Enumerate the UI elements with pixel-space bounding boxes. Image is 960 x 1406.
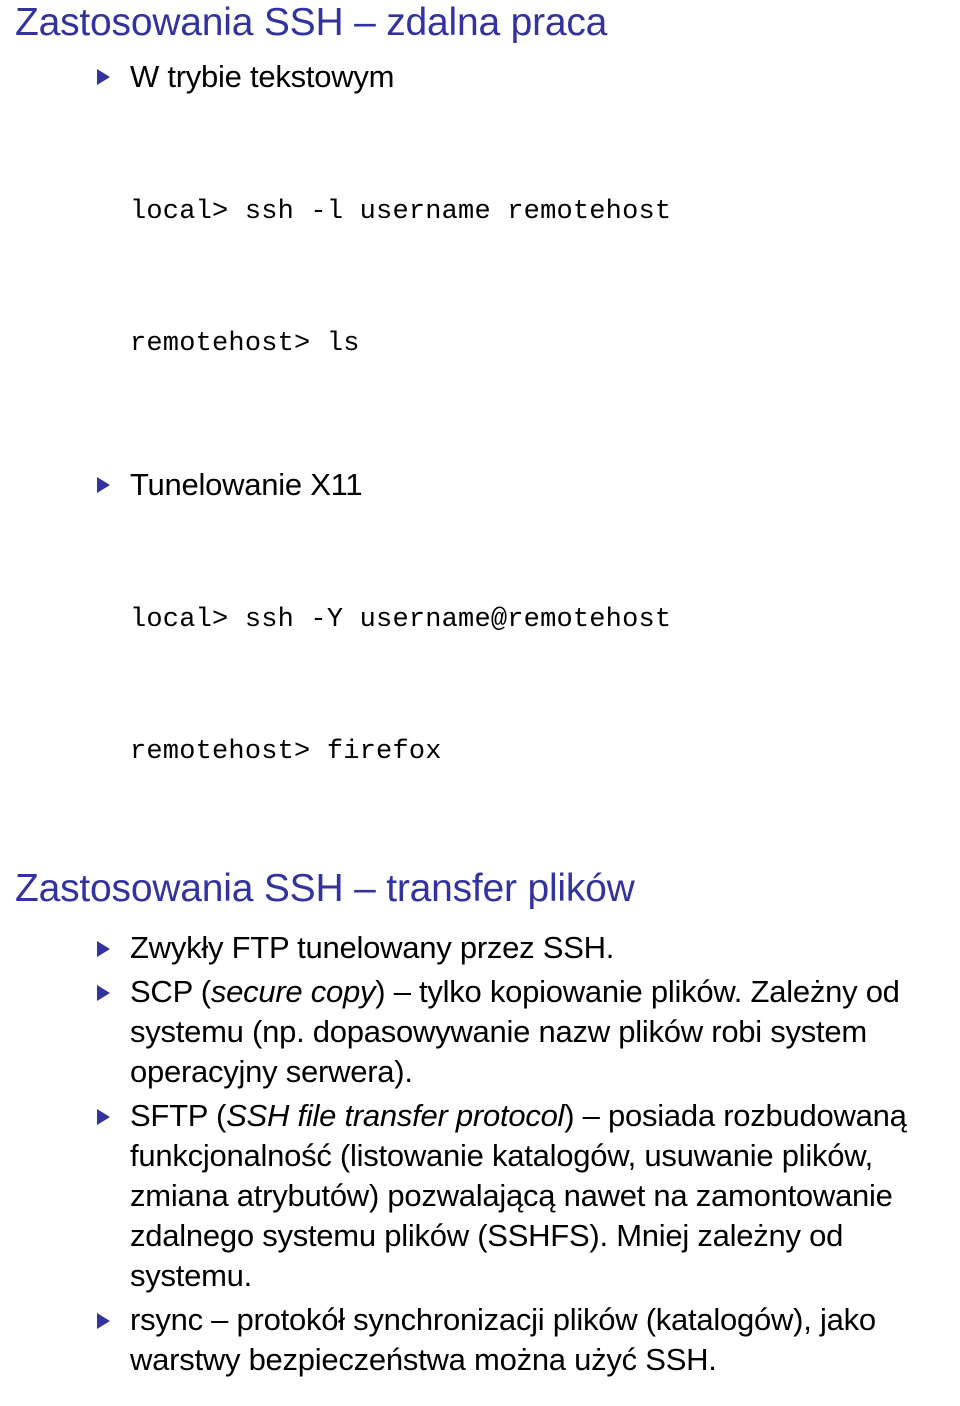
slide-ssh-file-transfer: Zastosowania SSH – transfer plików Zwykł… [0, 866, 960, 1384]
list-item: Zwykły FTP tunelowany przez SSH. [0, 928, 960, 968]
code-block: local> ssh -Y username@remotehost remote… [0, 510, 960, 862]
slide-body: Zwykły FTP tunelowany przez SSH. SCP (se… [0, 928, 960, 1380]
triangle-right-icon [97, 69, 110, 85]
list-item-text-emphasis: secure copy [210, 974, 376, 1009]
list-item-label: W trybie tekstowym [130, 59, 395, 94]
list-item-label: SCP (secure copy) – tylko kopiowanie pli… [130, 972, 948, 1092]
code-line: local> ssh -l username remotehost [130, 197, 672, 227]
list-item: rsync – protokół synchronizacji plików (… [0, 1300, 960, 1380]
list-item: SFTP (SSH file transfer protocol) – posi… [0, 1096, 960, 1296]
list-item: W trybie tekstowym [0, 56, 960, 98]
code-line: remotehost> ls [130, 329, 360, 359]
code-block: local> ssh -l username remotehost remote… [0, 102, 960, 454]
list-item-text-prefix: SFTP ( [130, 1098, 227, 1133]
list-item: SCP (secure copy) – tylko kopiowanie pli… [0, 972, 960, 1092]
list-item-text-emphasis: SSH file transfer protocol [226, 1098, 565, 1133]
triangle-right-icon [97, 1313, 110, 1329]
triangle-right-icon [97, 985, 110, 1001]
code-line: remotehost> firefox [130, 737, 442, 767]
list-item-label: Tunelowanie X11 [130, 467, 363, 502]
triangle-right-icon [97, 477, 110, 493]
code-line: local> ssh -Y username@remotehost [130, 605, 672, 635]
list-item-label: Zwykły FTP tunelowany przez SSH. [130, 930, 615, 965]
page-title: Zastosowania SSH – transfer plików [15, 867, 635, 910]
list-item-text-prefix: SCP ( [130, 974, 211, 1009]
slide-body: W trybie tekstowym local> ssh -l usernam… [0, 56, 960, 862]
list-item-label: SFTP (SSH file transfer protocol) – posi… [130, 1096, 948, 1296]
triangle-right-icon [97, 1109, 110, 1125]
triangle-right-icon [97, 941, 110, 957]
page-title: Zastosowania SSH – zdalna praca [15, 1, 608, 44]
list-item: Tunelowanie X11 [0, 464, 960, 506]
list-item-label: rsync – protokół synchronizacji plików (… [130, 1302, 876, 1377]
slide-ssh-remote-work: Zastosowania SSH – zdalna praca W trybie… [0, 0, 960, 862]
